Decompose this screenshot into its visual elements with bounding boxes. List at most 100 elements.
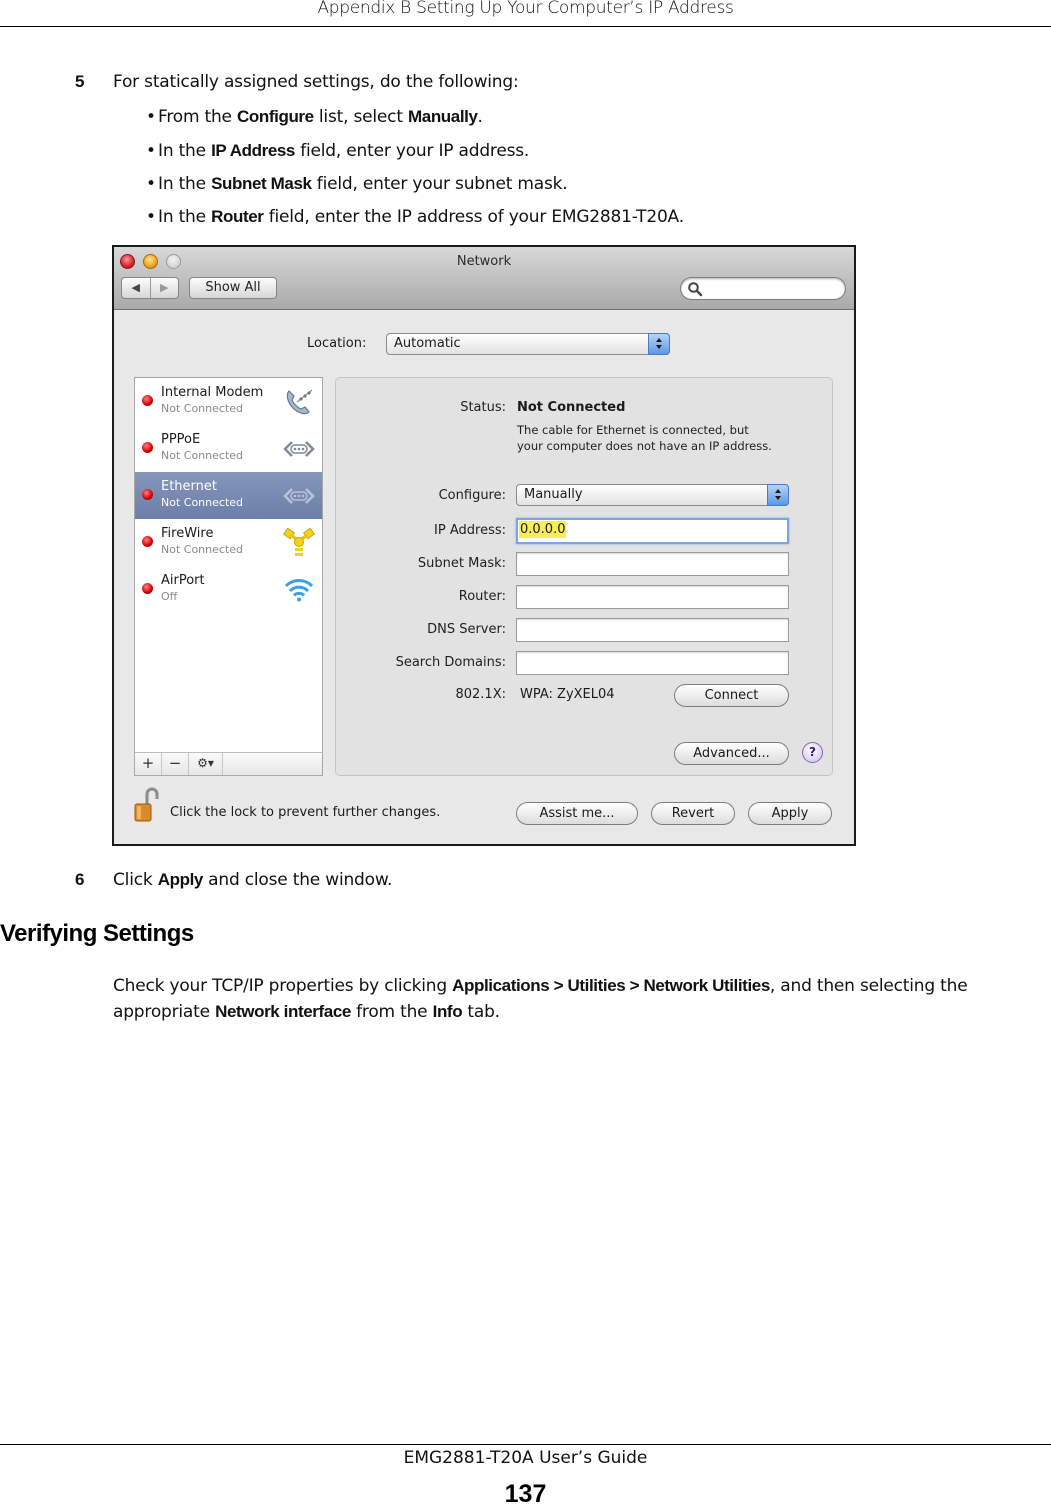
assist-me-button[interactable]: Assist me... [516,802,638,825]
page-number: 137 [504,1480,547,1508]
service-list-toolbar: + − ⚙▾ [135,752,322,775]
status-red-icon [142,489,153,500]
router-field[interactable] [516,585,789,609]
gear-icon[interactable]: ⚙▾ [189,753,223,775]
lock-hint-text: Click the lock to prevent further change… [170,805,441,820]
service-status: Not Connected [161,543,244,556]
bullet-subnet-mask: • In the Subnet Mask field, enter your su… [146,174,568,194]
status-red-icon [142,395,153,406]
bullet-text: field, enter your IP address. [294,141,530,161]
paragraph-bold: Network interface [215,1002,351,1021]
search-icon [688,282,703,297]
footer-title: EMG2881-T20A User’s Guide [403,1448,648,1468]
service-item-firewire[interactable]: FireWire Not Connected [135,519,322,566]
service-status: Off [161,590,178,603]
section-paragraph: Check your TCP/IP properties by clicking… [113,973,1033,1025]
subnet-mask-label: Subnet Mask: [417,556,506,571]
service-detail-panel: Status: Not Connected The cable for Ethe… [335,377,833,776]
service-item-internal-modem[interactable]: Internal Modem Not Connected [135,378,322,425]
help-button[interactable]: ? [802,742,823,763]
remove-service-button[interactable]: − [162,753,189,775]
step-text: Click Apply and close the window. [113,870,392,890]
status-description: The cable for Ethernet is connected, but… [517,422,772,454]
service-item-airport[interactable]: AirPort Off [135,566,322,613]
search-domains-field[interactable] [516,651,789,675]
unlocked-padlock-icon[interactable] [134,787,162,823]
status-description-line: The cable for Ethernet is connected, but [517,423,749,437]
location-select[interactable]: Automatic [386,333,670,355]
status-description-line: your computer does not have an IP addres… [517,439,772,453]
ethernet-icon [283,441,315,457]
service-name: Internal Modem [161,385,264,400]
footer-rule [0,1444,1051,1445]
section-heading: Verifying Settings [0,920,194,947]
window-toolbar: Network ◀ ▶ Show All [114,247,854,310]
bullet-bold: Manually [408,107,478,126]
step-text: For statically assigned settings, do the… [113,72,519,92]
bullet-text: field, enter your subnet mask. [311,174,568,194]
ip-address-value: 0.0.0.0 [519,521,567,538]
ip-address-label: IP Address: [434,523,506,538]
revert-button[interactable]: Revert [651,802,735,825]
dot1x-label: 802.1X: [455,687,506,702]
configure-value: Manually [524,487,583,502]
bullet-configure: • From the Configure list, select Manuall… [146,107,483,127]
paragraph-text: Check your TCP/IP properties by clicking [113,976,453,996]
step-number: 5 [75,72,85,91]
step-text-part: and close the window. [202,870,393,890]
service-status: Not Connected [161,496,244,509]
window-title: Network [456,254,512,269]
forward-arrow-icon[interactable]: ▶ [149,278,179,298]
ethernet-icon [283,488,315,504]
bullet-ip-address: • In the IP Address field, enter your IP … [146,141,530,161]
page-header: Appendix B Setting Up Your Computer’s IP… [0,0,1051,27]
paragraph-text: tab. [462,1002,500,1022]
wifi-icon [284,579,314,602]
select-stepper-icon [767,484,789,506]
dns-server-label: DNS Server: [427,622,506,637]
service-item-pppoe[interactable]: PPPoE Not Connected [135,425,322,472]
apply-button[interactable]: Apply [748,802,832,825]
bullet-bold: IP Address [211,141,295,160]
configure-label: Configure: [438,488,506,503]
step-text-part: Click [113,870,158,890]
bullet-text: In the [158,141,212,161]
add-service-button[interactable]: + [135,753,162,775]
service-name: AirPort [161,573,205,588]
phone-icon [286,389,313,415]
bullet-text: In the [158,174,212,194]
paragraph-text: from the [350,1002,433,1022]
service-item-ethernet[interactable]: Ethernet Not Connected [135,472,322,519]
bullet-text: field, enter the IP address of your EMG2… [263,207,684,227]
back-arrow-icon[interactable]: ◀ [122,278,150,298]
service-list: Internal Modem Not Connected PPPoE Not C… [134,377,323,776]
status-red-icon [142,583,153,594]
service-name: FireWire [161,526,214,541]
service-name: Ethernet [161,479,217,494]
service-status: Not Connected [161,402,244,415]
search-input[interactable] [705,280,839,297]
paragraph-bold: Info [432,1002,463,1021]
connect-button[interactable]: Connect [674,684,789,707]
status-label: Status: [460,400,506,415]
status-red-icon [142,536,153,547]
location-value: Automatic [394,336,461,351]
router-label: Router: [458,589,506,604]
show-all-button[interactable]: Show All [189,277,277,299]
service-status: Not Connected [161,449,244,462]
bullet-text: list, select [313,107,408,127]
bullet-bold: Router [211,207,264,226]
bullet-bold: Configure [237,107,314,126]
bullet-bold: Subnet Mask [211,174,312,193]
dns-server-field[interactable] [516,618,789,642]
back-forward-control: ◀ ▶ [121,277,179,299]
status-value: Not Connected [517,400,626,415]
service-name: PPPoE [161,432,201,447]
status-red-icon [142,442,153,453]
configure-select[interactable]: Manually [516,484,789,506]
network-preferences-window: Network ◀ ▶ Show All Location: Automatic… [112,245,856,846]
subnet-mask-field[interactable] [516,552,789,576]
dot1x-value: WPA: ZyXEL04 [520,687,615,702]
search-field[interactable] [680,277,846,300]
advanced-button[interactable]: Advanced... [674,742,789,765]
